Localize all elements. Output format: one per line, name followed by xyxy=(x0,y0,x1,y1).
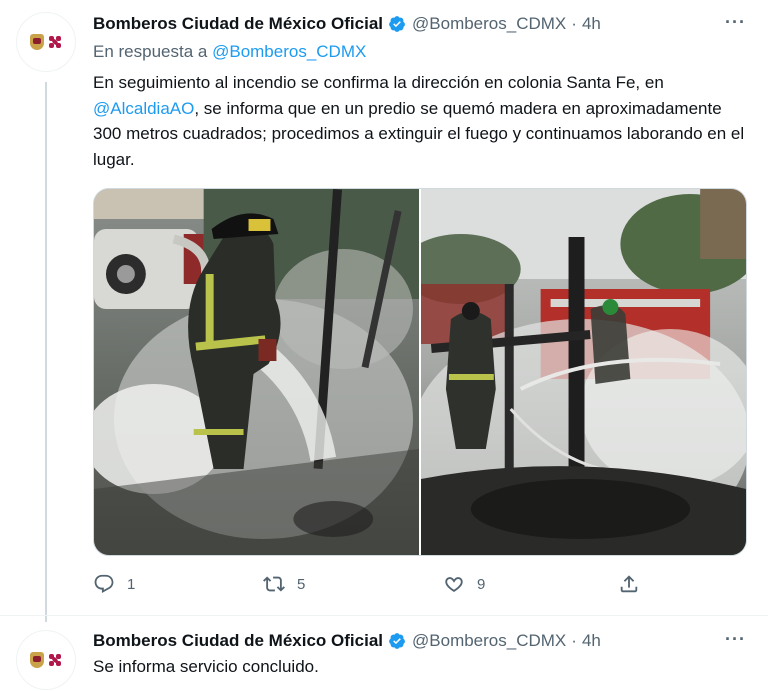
author-handle[interactable]: @Bomberos_CDMX xyxy=(412,14,566,34)
photo-fire-truck-smoke[interactable] xyxy=(421,189,746,555)
author-name[interactable]: Bomberos Ciudad de México Oficial xyxy=(93,14,383,34)
reply-button[interactable]: 1 xyxy=(93,573,135,595)
reply-context: En respuesta a @Bomberos_CDMX xyxy=(93,42,366,62)
coat-of-arms-logo xyxy=(29,34,44,50)
reply-icon xyxy=(94,574,114,594)
tweet-text: En seguimiento al incendio se confirma l… xyxy=(93,70,753,172)
avatar[interactable] xyxy=(16,12,76,72)
thread-connector-line xyxy=(45,82,47,622)
mention-link[interactable]: @AlcaldiaAO xyxy=(93,99,194,118)
author-handle[interactable]: @Bomberos_CDMX xyxy=(412,631,566,651)
verified-badge-icon xyxy=(389,16,405,32)
separator-dot: · xyxy=(571,631,577,650)
like-button[interactable]: 9 xyxy=(443,573,485,595)
retweet-count: 5 xyxy=(297,575,306,593)
like-count: 9 xyxy=(477,575,486,593)
share-button[interactable] xyxy=(618,573,640,595)
tweet-header: Bomberos Ciudad de México Oficial @Bombe… xyxy=(93,12,601,36)
author-name[interactable]: Bomberos Ciudad de México Oficial xyxy=(93,631,383,651)
tweet-actions: 1 5 9 xyxy=(93,573,653,601)
tweet-header: Bomberos Ciudad de México Oficial @Bombe… xyxy=(93,629,601,653)
retweet-button[interactable]: 5 xyxy=(263,573,305,595)
retweet-icon xyxy=(263,576,285,592)
tweet-text-part1: En seguimiento al incendio se confirma l… xyxy=(93,73,664,92)
cdmx-logo xyxy=(47,652,63,668)
cdmx-logo xyxy=(47,34,63,50)
avatar[interactable] xyxy=(16,630,76,690)
photo-firefighter-hose[interactable] xyxy=(94,189,419,555)
more-options-icon[interactable]: ··· xyxy=(725,629,746,650)
timestamp[interactable]: 4h xyxy=(582,14,601,34)
tweet-text: Se informa servicio concluido. xyxy=(93,657,319,676)
reply-to-mention[interactable]: @Bomberos_CDMX xyxy=(212,42,366,61)
reply-count: 1 xyxy=(127,575,136,593)
tweet-divider xyxy=(0,615,768,616)
verified-badge-icon xyxy=(389,633,405,649)
reply-prefix: En respuesta a xyxy=(93,42,208,61)
separator-dot: · xyxy=(571,14,577,33)
more-options-icon[interactable]: ··· xyxy=(725,12,746,33)
coat-of-arms-logo xyxy=(29,652,44,668)
timestamp[interactable]: 4h xyxy=(582,631,601,651)
like-icon xyxy=(445,577,463,592)
share-icon xyxy=(620,575,638,593)
media-gallery xyxy=(93,188,747,556)
